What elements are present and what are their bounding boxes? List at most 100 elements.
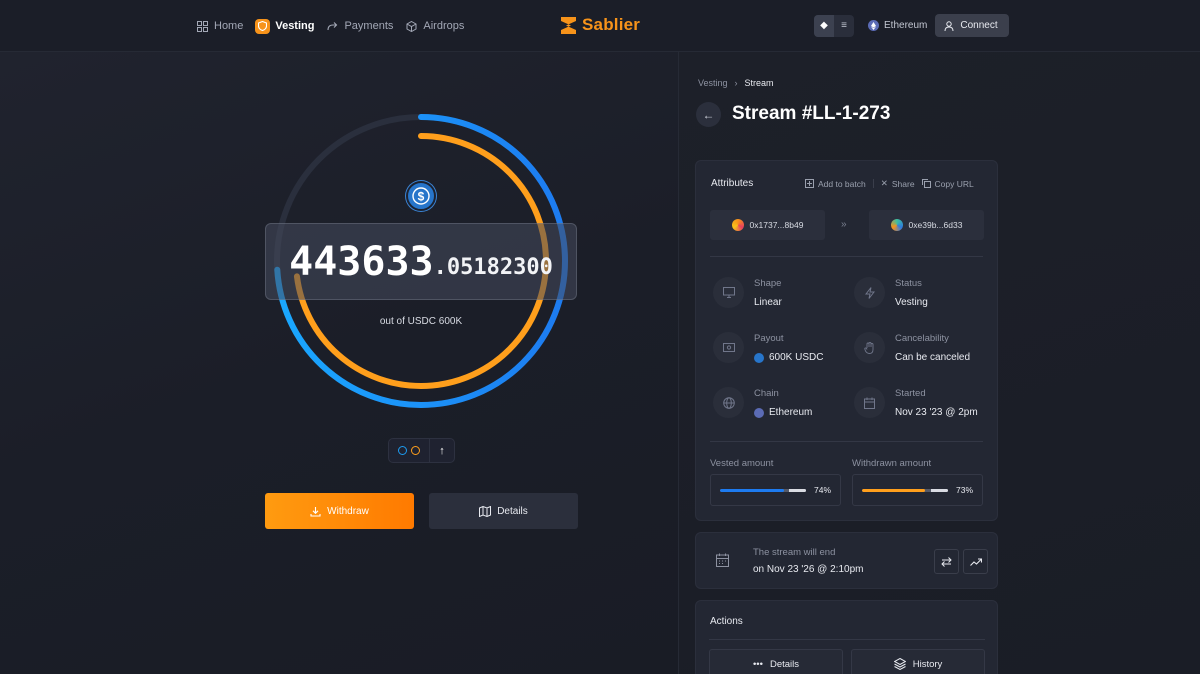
- ethereum-small-icon: [754, 407, 764, 418]
- nav-payments-label: Payments: [344, 20, 394, 32]
- shield-icon: [255, 18, 271, 34]
- withdrawn-progress-bar: [862, 488, 948, 492]
- copy-url-label: Copy URL: [934, 178, 974, 189]
- x-icon: ✕: [880, 178, 888, 188]
- vested-progress-fill: [720, 488, 784, 492]
- nav-airdrops[interactable]: Airdrops: [405, 16, 464, 36]
- ethereum-view-icon[interactable]: ◆: [814, 14, 834, 37]
- more-dots-icon: •••: [752, 658, 763, 670]
- shape-value: Linear: [754, 297, 782, 308]
- details-button[interactable]: Details: [429, 493, 578, 529]
- started-field: Started Nov 23 '23 @ 2pm: [854, 387, 978, 418]
- streamed-amount-display: 443633 .05182300: [265, 223, 577, 300]
- logo-text: Sablier: [582, 15, 641, 34]
- box-icon: [405, 20, 418, 33]
- calendar-icon: [716, 553, 729, 572]
- usdc-token-icon: $: [406, 181, 436, 211]
- vested-progress-rest: [788, 488, 806, 492]
- nav-home-label: Home: [214, 20, 244, 32]
- sender-address[interactable]: 0x1737...8b49: [710, 210, 825, 240]
- status-value: Vesting: [895, 297, 928, 308]
- plus-square-icon: [805, 179, 814, 188]
- chain-field-value: Ethereum: [769, 407, 813, 418]
- withdrawn-progress-rest: [930, 488, 948, 492]
- share-label: Share: [891, 178, 915, 189]
- connect-button[interactable]: Connect: [935, 14, 1009, 37]
- layers-icon: [893, 658, 906, 670]
- sender-address-text: 0x1737...8b49: [749, 220, 804, 230]
- vested-legend-dot: [398, 446, 407, 455]
- recipient-address[interactable]: 0xe39b...6d33: [869, 210, 984, 240]
- amount-integer: 443633: [289, 238, 434, 285]
- cash-icon: [713, 332, 744, 363]
- nav-home[interactable]: Home: [196, 16, 243, 36]
- nav-airdrops-label: Airdrops: [423, 20, 465, 32]
- recipient-avatar: [890, 219, 903, 231]
- stream-end-label: The stream will end: [753, 547, 836, 558]
- recipient-address-text: 0xe39b...6d33: [908, 220, 963, 230]
- nav-vesting[interactable]: Vesting: [255, 16, 314, 36]
- page-title: Stream #LL-1-273: [732, 103, 891, 124]
- separator: [872, 179, 874, 188]
- svg-text:$: $: [418, 189, 425, 203]
- chevron-right-icon: ›: [734, 78, 738, 88]
- withdraw-button[interactable]: Withdraw: [265, 493, 414, 529]
- breadcrumb-vesting[interactable]: Vesting: [698, 78, 728, 88]
- double-chevron-right-icon: »: [841, 219, 847, 230]
- withdrawn-progress-fill: [862, 488, 925, 492]
- withdraw-label: Withdraw: [327, 505, 369, 517]
- chain-field: Chain Ethereum: [713, 387, 812, 418]
- copy-icon: [921, 179, 931, 188]
- details-label: Details: [497, 505, 528, 517]
- trending-up-icon: [969, 557, 982, 566]
- payout-label: Payout: [754, 333, 784, 344]
- nav-payments[interactable]: Payments: [326, 16, 393, 36]
- usdc-icon: [754, 352, 764, 363]
- vested-progress: 74%: [710, 474, 841, 506]
- sablier-logo-icon: [561, 16, 576, 34]
- calendar-icon: [854, 387, 885, 418]
- actions-heading: Actions: [710, 616, 743, 627]
- cancelability-value: Can be canceled: [895, 352, 971, 363]
- share-button[interactable]: ✕ Share: [881, 178, 915, 189]
- add-to-batch-button[interactable]: Add to batch: [805, 179, 866, 189]
- share-arrow-icon: [326, 20, 339, 33]
- swap-arrows-icon: [941, 556, 952, 567]
- add-to-batch-label: Add to batch: [818, 178, 866, 189]
- vested-percent: 74%: [813, 485, 831, 495]
- breadcrumb: Vesting › Stream: [698, 78, 774, 88]
- sablier-logo[interactable]: Sablier: [560, 15, 640, 35]
- chain-selector[interactable]: Ethereum: [868, 20, 927, 31]
- vested-amount-label: Vested amount: [710, 458, 774, 469]
- ring-legend-toggle[interactable]: ↑: [388, 438, 455, 463]
- monitor-icon: [713, 277, 744, 308]
- swap-button[interactable]: [934, 549, 959, 574]
- actions-details-label: Details: [769, 658, 800, 670]
- top-navbar: Home Vesting Payments Airdrops Sablier ◆: [0, 0, 1200, 52]
- grid-icon: [196, 20, 209, 33]
- arrow-up-icon[interactable]: ↑: [429, 438, 454, 463]
- globe-icon: [713, 387, 744, 418]
- cancelability-field: Cancelability Can be canceled: [854, 332, 970, 363]
- view-toggle: ◆ ≡: [814, 14, 854, 37]
- shape-field: Shape Linear: [713, 277, 782, 308]
- status-label: Status: [895, 278, 922, 289]
- list-view-icon[interactable]: ≡: [834, 15, 854, 37]
- payout-field: Payout 600K USDC: [713, 332, 823, 363]
- user-icon: [944, 20, 954, 31]
- stream-end-value: on Nov 23 '26 @ 2:10pm: [753, 564, 864, 575]
- attributes-card: Attributes Add to batch ✕ Share Copy URL…: [695, 160, 998, 521]
- actions-history-button[interactable]: History: [851, 649, 985, 674]
- started-value: Nov 23 '23 @ 2pm: [895, 407, 978, 418]
- trend-button[interactable]: [963, 549, 988, 574]
- header-actions: ◆ ≡ Ethereum Connect: [814, 14, 1009, 37]
- arrow-left-icon: ←: [702, 107, 715, 122]
- attribute-actions: Add to batch ✕ Share Copy URL: [805, 178, 974, 189]
- cancelability-label: Cancelability: [895, 333, 949, 344]
- actions-details-button[interactable]: ••• Details: [709, 649, 843, 674]
- back-button[interactable]: ←: [696, 102, 721, 127]
- map-icon: [479, 505, 492, 517]
- breadcrumb-stream: Stream: [744, 78, 774, 88]
- copy-url-button[interactable]: Copy URL: [921, 178, 974, 189]
- main-nav: Home Vesting Payments Airdrops: [196, 16, 464, 36]
